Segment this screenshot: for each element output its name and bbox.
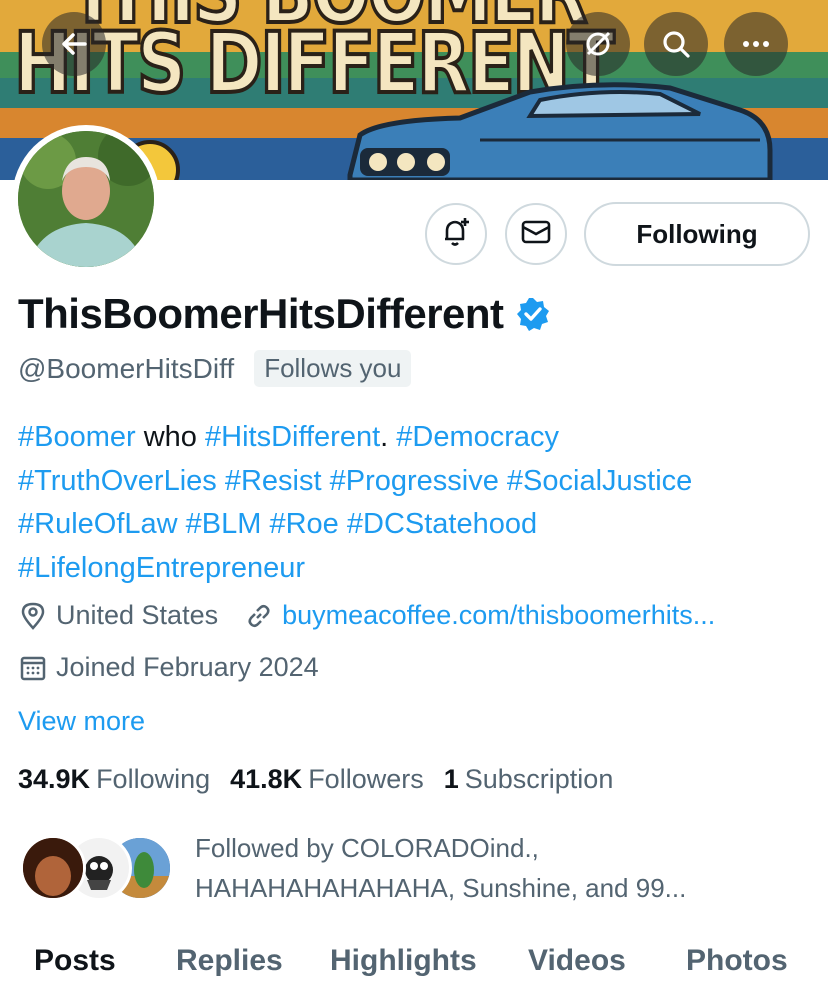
search-button[interactable] [644, 12, 708, 76]
hashtag-link[interactable]: #DCStatehood [347, 508, 537, 540]
location-text: United States [56, 600, 219, 630]
following-button[interactable]: Following [584, 202, 810, 266]
hashtag-link[interactable]: #Boomer [18, 421, 136, 453]
tab-replies[interactable]: Replies [176, 944, 283, 978]
hashtag-link[interactable]: #Resist [225, 465, 322, 497]
followed-by-line: Followed by COLORADOind., [195, 833, 539, 863]
hashtag-link[interactable]: #LifelongEntrepreneur [18, 552, 305, 584]
translate-button[interactable] [566, 12, 630, 76]
profile-avatar[interactable] [12, 125, 160, 273]
profile-bio: #Boomer who #HitsDifferent. #Democracy #T… [18, 416, 808, 590]
verified-badge-icon[interactable] [516, 297, 550, 336]
location-pin-icon [18, 601, 48, 631]
tab-photos[interactable]: Photos [686, 944, 788, 978]
profile-stats: 34.9K Following 41.8K Followers 1 Subscr… [18, 764, 633, 795]
joined-row: Joined February 2024 [18, 652, 319, 683]
bio-text: . [380, 421, 397, 453]
following-count[interactable]: 34.9K [18, 764, 90, 795]
username-handle: @BoomerHitsDiff [18, 352, 235, 384]
subscription-label[interactable]: Subscription [465, 764, 614, 795]
hashtag-link[interactable]: #HitsDifferent [205, 421, 380, 453]
followed-by-line: HAHAHAHAHAHAHA, Sunshine, and 99... [195, 873, 687, 903]
banner-car-illustration [347, 82, 773, 180]
display-name-row: ThisBoomerHitsDifferent [18, 290, 550, 338]
follows-you-badge: Follows you [254, 350, 412, 387]
follower-avatar [20, 835, 86, 901]
more-horizontal-icon [740, 28, 772, 60]
followed-by-text[interactable]: Followed by COLORADOind., HAHAHAHAHAHAHA… [195, 828, 815, 908]
tab-highlights[interactable]: Highlights [330, 944, 477, 978]
calendar-icon [18, 653, 48, 683]
notifications-button[interactable] [425, 203, 487, 265]
followers-label[interactable]: Followers [308, 764, 424, 795]
avatar-photo [18, 131, 154, 267]
hashtag-link[interactable]: #TruthOverLies [18, 465, 217, 497]
arrow-left-icon [58, 28, 90, 60]
no-translate-icon [582, 28, 614, 60]
bio-text: who [135, 421, 205, 453]
website-link[interactable]: buymeacoffee.com/thisboomerhits... [282, 600, 715, 631]
hashtag-link[interactable]: #RuleOfLaw [18, 508, 178, 540]
hashtag-link[interactable]: #BLM [186, 508, 262, 540]
bell-plus-icon [439, 215, 473, 254]
search-icon [660, 28, 692, 60]
following-label[interactable]: Following [96, 764, 210, 795]
back-button[interactable] [42, 12, 106, 76]
followers-count[interactable]: 41.8K [230, 764, 302, 795]
envelope-icon [519, 215, 553, 254]
message-button[interactable] [505, 203, 567, 265]
more-options-button[interactable] [724, 12, 788, 76]
profile-tabs: Posts Replies Highlights Videos Photos [0, 936, 828, 994]
display-name: ThisBoomerHitsDifferent [18, 290, 504, 337]
tab-posts[interactable]: Posts [34, 944, 116, 978]
tab-videos[interactable]: Videos [528, 944, 626, 978]
profile-meta-row: United States buymeacoffee.com/thisboome… [18, 600, 715, 631]
view-more-link[interactable]: View more [18, 706, 145, 737]
hashtag-link[interactable]: #Progressive [330, 465, 499, 497]
link-icon [244, 601, 274, 631]
joined-date: Joined February 2024 [56, 652, 319, 682]
hashtag-link[interactable]: #Democracy [396, 421, 559, 453]
hashtag-link[interactable]: #Roe [269, 508, 338, 540]
subscription-count[interactable]: 1 [444, 764, 459, 795]
hashtag-link[interactable]: #SocialJustice [507, 465, 692, 497]
handle-row: @BoomerHitsDiff Follows you [18, 350, 412, 387]
